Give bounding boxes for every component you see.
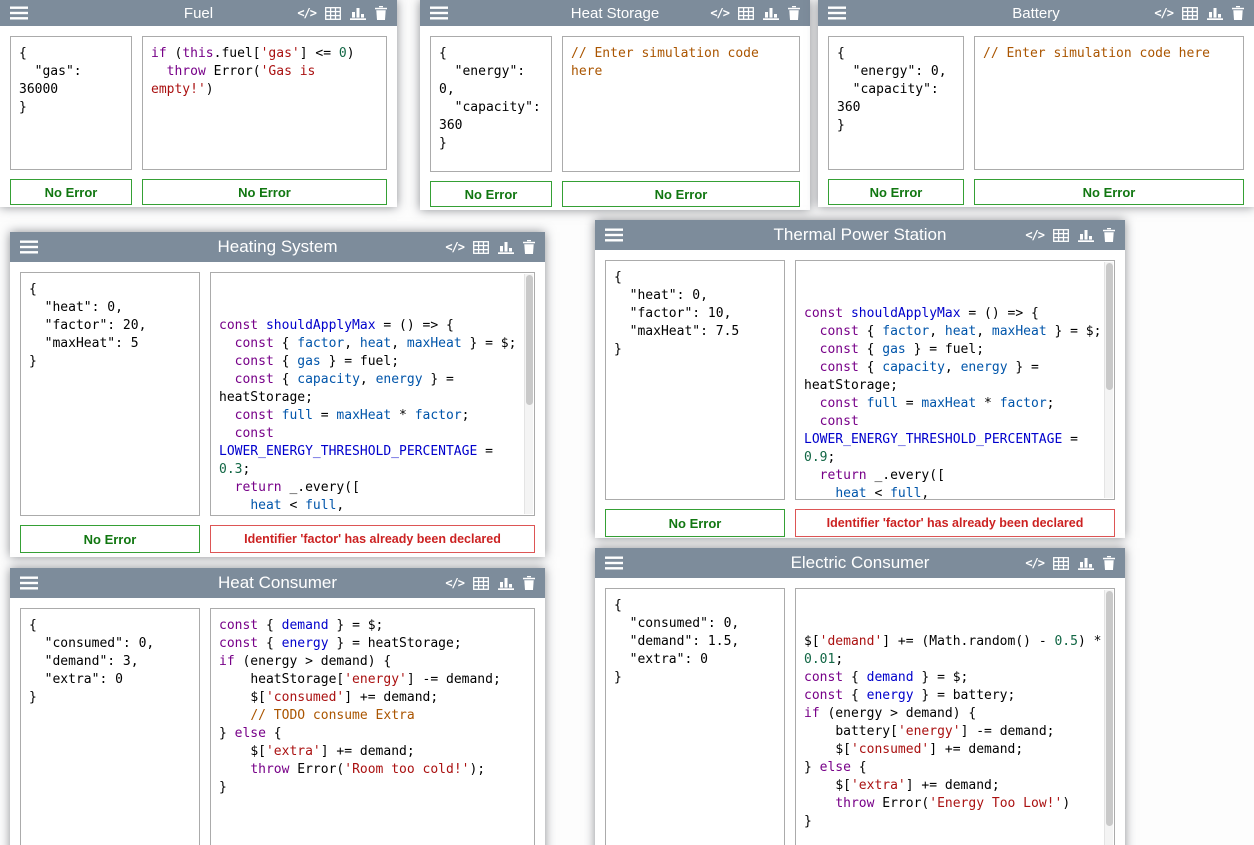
table-icon[interactable] [473,241,489,254]
panel-header-electric-consumer[interactable]: Electric Consumer </> [595,548,1125,578]
code-editor[interactable]: const { demand } = $; const { energy } =… [219,617,526,797]
trash-icon[interactable] [375,6,387,20]
state-editor[interactable]: { "energy": 0, "capacity": 360 } [430,36,552,172]
chart-icon[interactable] [1078,228,1094,242]
code-editor[interactable]: const shouldApplyMax = () => { const { f… [804,305,1106,500]
menu-icon[interactable] [430,6,448,20]
code-scrollbar[interactable] [1104,262,1113,498]
state-status: No Error [10,179,132,205]
code-scrollbar[interactable] [1104,590,1113,845]
panel-header-fuel[interactable]: Fuel </> [0,0,397,26]
panel-title: Heat Storage [571,5,659,22]
code-icon[interactable]: </> [445,241,464,253]
menu-icon[interactable] [10,6,28,20]
panel-title: Thermal Power Station [774,225,947,245]
state-status: No Error [828,179,964,205]
panel-electric-consumer: Electric Consumer </> { "consumed": 0, "… [595,548,1125,845]
state-editor[interactable]: { "heat": 0, "factor": 20, "maxHeat": 5 … [20,272,200,516]
panel-title: Battery [1012,5,1060,22]
scrollbar-thumb[interactable] [1106,591,1113,826]
panel-header-heat-consumer[interactable]: Heat Consumer </> [10,568,545,598]
code-icon[interactable]: </> [1025,557,1044,569]
trash-icon[interactable] [1103,556,1115,570]
code-editor[interactable]: $['demand'] += (Math.random() - 0.5) * 0… [804,633,1106,831]
panel-title: Fuel [184,5,213,22]
state-editor[interactable]: { "consumed": 0, "demand": 1.5, "extra":… [605,588,785,845]
code-editor[interactable]: const shouldApplyMax = () => { const { f… [219,317,526,516]
panel-battery: Battery </> { "energy": 0, "capacity": 3… [818,0,1254,207]
code-icon[interactable]: </> [1025,229,1044,241]
code-icon[interactable]: </> [1154,7,1173,19]
code-status: Identifier 'factor' has already been dec… [795,509,1115,537]
chart-icon[interactable] [498,576,514,590]
code-status: No Error [562,181,800,207]
scrollbar-thumb[interactable] [1106,263,1113,390]
code-status: No Error [974,179,1244,205]
code-editor[interactable]: if (this.fuel['gas'] <= 0) throw Error('… [151,45,378,99]
panel-title: Heating System [218,237,338,257]
menu-icon[interactable] [20,576,38,590]
menu-icon[interactable] [20,240,38,254]
chart-icon[interactable] [763,6,779,20]
panel-title: Electric Consumer [791,553,930,573]
panel-header-thermal-power-station[interactable]: Thermal Power Station </> [595,220,1125,250]
chart-icon[interactable] [498,240,514,254]
code-editor[interactable]: // Enter simulation code here [571,45,791,81]
panel-header-heat-storage[interactable]: Heat Storage </> [420,0,810,26]
panel-header-battery[interactable]: Battery </> [818,0,1254,26]
code-icon[interactable]: </> [710,7,729,19]
simulation-dashboard: Fuel </> { "gas": 36000 } No Error if (t… [0,0,1254,845]
trash-icon[interactable] [1103,228,1115,242]
trash-icon[interactable] [788,6,800,20]
trash-icon[interactable] [1232,6,1244,20]
menu-icon[interactable] [828,6,846,20]
table-icon[interactable] [1182,7,1198,20]
panel-thermal-power-station: Thermal Power Station </> { "heat": 0, "… [595,220,1125,538]
code-icon[interactable]: </> [445,577,464,589]
code-editor[interactable]: // Enter simulation code here [983,45,1235,63]
state-status: No Error [430,181,552,207]
menu-icon[interactable] [605,556,623,570]
panel-header-heating-system[interactable]: Heating System </> [10,232,545,262]
code-status: No Error [142,179,387,205]
chart-icon[interactable] [1078,556,1094,570]
table-icon[interactable] [738,7,754,20]
table-icon[interactable] [325,7,341,20]
scrollbar-thumb[interactable] [526,275,533,405]
trash-icon[interactable] [523,240,535,254]
state-editor[interactable]: { "heat": 0, "factor": 10, "maxHeat": 7.… [605,260,785,500]
panel-heat-storage: Heat Storage </> { "energy": 0, "capacit… [420,0,810,210]
state-editor[interactable]: { "gas": 36000 } [10,36,132,170]
code-icon[interactable]: </> [297,7,316,19]
menu-icon[interactable] [605,228,623,242]
code-scrollbar[interactable] [524,274,533,514]
state-status: No Error [20,525,200,553]
code-status: Identifier 'factor' has already been dec… [210,525,535,553]
state-status: No Error [605,509,785,537]
panel-heating-system: Heating System </> { "heat": 0, "factor"… [10,232,545,557]
chart-icon[interactable] [1207,6,1223,20]
panel-fuel: Fuel </> { "gas": 36000 } No Error if (t… [0,0,397,207]
panel-heat-consumer: Heat Consumer </> { "consumed": 0, "dema… [10,568,545,845]
trash-icon[interactable] [523,576,535,590]
table-icon[interactable] [1053,229,1069,242]
state-editor[interactable]: { "consumed": 0, "demand": 3, "extra": 0… [20,608,200,845]
chart-icon[interactable] [350,6,366,20]
state-editor[interactable]: { "energy": 0, "capacity": 360 } [828,36,964,170]
table-icon[interactable] [1053,557,1069,570]
table-icon[interactable] [473,577,489,590]
panel-title: Heat Consumer [218,573,337,593]
